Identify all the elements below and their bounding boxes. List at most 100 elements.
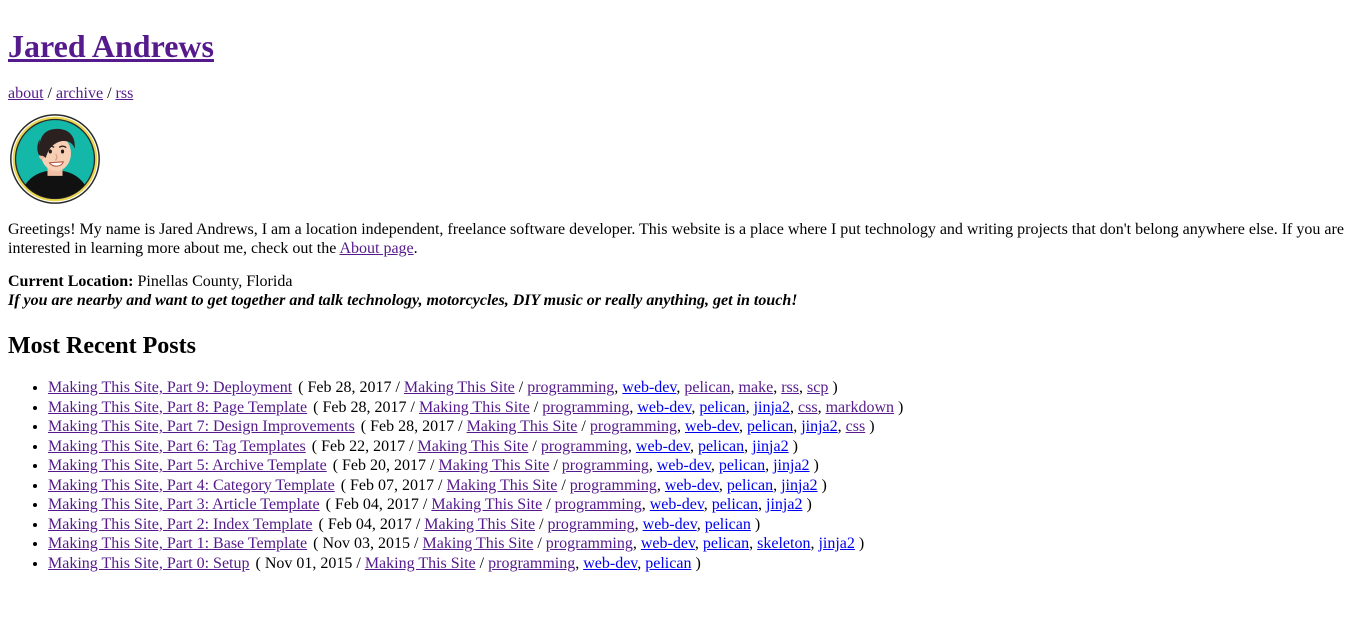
post-date: Feb 04, 2017	[327, 515, 416, 533]
post-category-link[interactable]: Making This Site	[418, 438, 529, 455]
post-tag-link[interactable]: jinja2	[801, 418, 837, 435]
about-page-link[interactable]: About page	[339, 240, 413, 257]
nav-link-rss[interactable]: rss	[116, 85, 134, 102]
post-tag-link[interactable]: programming	[527, 379, 614, 396]
post-tag-link[interactable]: scp	[807, 379, 828, 396]
post-title-link[interactable]: Making This Site, Part 0: Setup	[48, 555, 249, 572]
tag-comma: ,	[627, 437, 636, 455]
post-tag-link[interactable]: markdown	[826, 399, 894, 416]
post-tag-link[interactable]: programming	[555, 496, 642, 513]
tag-comma: ,	[656, 476, 665, 494]
post-tag-link[interactable]: programming	[542, 399, 629, 416]
post-tag-link[interactable]: programming	[548, 516, 635, 533]
post-tag-link[interactable]: jinja2	[766, 496, 802, 513]
post-tag-link[interactable]: web-dev	[622, 379, 676, 396]
post-tag-link[interactable]: programming	[488, 555, 575, 572]
meta-close-paren: )	[802, 496, 812, 514]
post-tag-link[interactable]: jinja2	[773, 457, 809, 474]
post-category-link[interactable]: Making This Site	[419, 399, 530, 416]
post-date: Feb 22, 2017	[321, 437, 410, 455]
post-tag-link[interactable]: programming	[570, 477, 657, 494]
post-title-link[interactable]: Making This Site, Part 4: Category Templ…	[48, 477, 335, 494]
post-title-link[interactable]: Making This Site, Part 5: Archive Templa…	[48, 457, 327, 474]
post-tag-link[interactable]: rss	[781, 379, 799, 396]
post-tag-link[interactable]: programming	[541, 438, 628, 455]
post-title-link[interactable]: Making This Site, Part 3: Article Templa…	[48, 496, 320, 513]
post-tag-link[interactable]: pelican	[703, 535, 749, 552]
post-tag-link[interactable]: programming	[590, 418, 677, 435]
nav-link-archive[interactable]: archive	[56, 85, 103, 102]
post-tag-link[interactable]: pelican	[705, 516, 751, 533]
post-tag-link[interactable]: css	[846, 418, 866, 435]
post-tag-link[interactable]: pelican	[645, 555, 691, 572]
post-category-link[interactable]: Making This Site	[404, 379, 515, 396]
post-title-link[interactable]: Making This Site, Part 6: Tag Templates	[48, 438, 306, 455]
tag-comma: ,	[817, 398, 826, 416]
meta-close-paren: )	[894, 398, 904, 416]
post-category-link[interactable]: Making This Site	[467, 418, 578, 435]
tag-comma: ,	[773, 378, 782, 396]
post-tag-link[interactable]: skeleton	[757, 535, 810, 552]
tag-comma: ,	[634, 515, 643, 533]
post-tag-link[interactable]: programming	[546, 535, 633, 552]
post-tag-link[interactable]: css	[798, 399, 818, 416]
post-tag-link[interactable]: web-dev	[650, 496, 704, 513]
meta-separator: /	[409, 437, 418, 455]
intro-text-after: .	[413, 239, 418, 257]
post-tag-link[interactable]: jinja2	[781, 477, 817, 494]
post-title-link[interactable]: Making This Site, Part 8: Page Template	[48, 399, 307, 416]
meta-open-paren: (	[318, 515, 328, 533]
meta-separator: /	[458, 418, 467, 436]
tag-comma: ,	[744, 437, 753, 455]
post-tag-link[interactable]: jinja2	[754, 399, 790, 416]
nav-separator: /	[103, 85, 116, 103]
post-tag-link[interactable]: web-dev	[657, 457, 711, 474]
post-tag-link[interactable]: jinja2	[752, 438, 788, 455]
post-tag-link[interactable]: web-dev	[643, 516, 697, 533]
post-category-link[interactable]: Making This Site	[431, 496, 542, 513]
tag-comma: ,	[798, 378, 807, 396]
post-title-link[interactable]: Making This Site, Part 7: Design Improve…	[48, 418, 355, 435]
meta-separator: /	[533, 535, 546, 553]
site-title-link[interactable]: Jared Andrews	[8, 28, 214, 64]
post-category-link[interactable]: Making This Site	[424, 516, 535, 533]
tag-comma: ,	[730, 378, 739, 396]
post-title-link[interactable]: Making This Site, Part 9: Deployment	[48, 379, 292, 396]
meta-close-paren: )	[854, 535, 865, 553]
meta-close-paren: )	[691, 554, 701, 572]
meta-separator: /	[356, 554, 365, 572]
post-date: Feb 28, 2017	[307, 378, 396, 396]
meta-open-paren: (	[332, 457, 343, 475]
post-tag-link[interactable]: web-dev	[641, 535, 695, 552]
intro-paragraph: Greetings! My name is Jared Andrews, I a…	[8, 220, 1353, 258]
post-tag-link[interactable]: programming	[562, 457, 649, 474]
post-tag-link[interactable]: jinja2	[818, 535, 854, 552]
post-title-link[interactable]: Making This Site, Part 2: Index Template	[48, 516, 312, 533]
post-tag-link[interactable]: pelican	[698, 438, 744, 455]
post-tag-link[interactable]: web-dev	[637, 399, 691, 416]
post-category-link[interactable]: Making This Site	[446, 477, 557, 494]
post-tag-link[interactable]: pelican	[684, 379, 730, 396]
post-tag-link[interactable]: pelican	[747, 418, 793, 435]
post-tag-link[interactable]: web-dev	[685, 418, 739, 435]
post-tag-link[interactable]: pelican	[719, 457, 765, 474]
tag-comma: ,	[758, 496, 766, 514]
post-tag-link[interactable]: pelican	[699, 399, 745, 416]
post-title-link[interactable]: Making This Site, Part 1: Base Template	[48, 535, 307, 552]
meta-separator: /	[415, 515, 425, 533]
post-tag-link[interactable]: pelican	[727, 477, 773, 494]
post-tag-link[interactable]: web-dev	[665, 477, 719, 494]
tag-comma: ,	[790, 398, 798, 416]
post-date: Nov 03, 2015	[322, 535, 415, 553]
current-location-label: Current Location:	[8, 272, 134, 290]
post-tag-link[interactable]: web-dev	[583, 555, 637, 572]
post-category-link[interactable]: Making This Site	[365, 555, 476, 572]
nav-link-about[interactable]: about	[8, 85, 44, 102]
post-category-link[interactable]: Making This Site	[423, 535, 534, 552]
meta-separator: /	[542, 496, 555, 514]
avatar	[8, 112, 1353, 206]
post-tag-link[interactable]: web-dev	[636, 438, 690, 455]
post-category-link[interactable]: Making This Site	[438, 457, 549, 474]
post-tag-link[interactable]: pelican	[712, 496, 758, 513]
post-tag-link[interactable]: make	[739, 379, 774, 396]
